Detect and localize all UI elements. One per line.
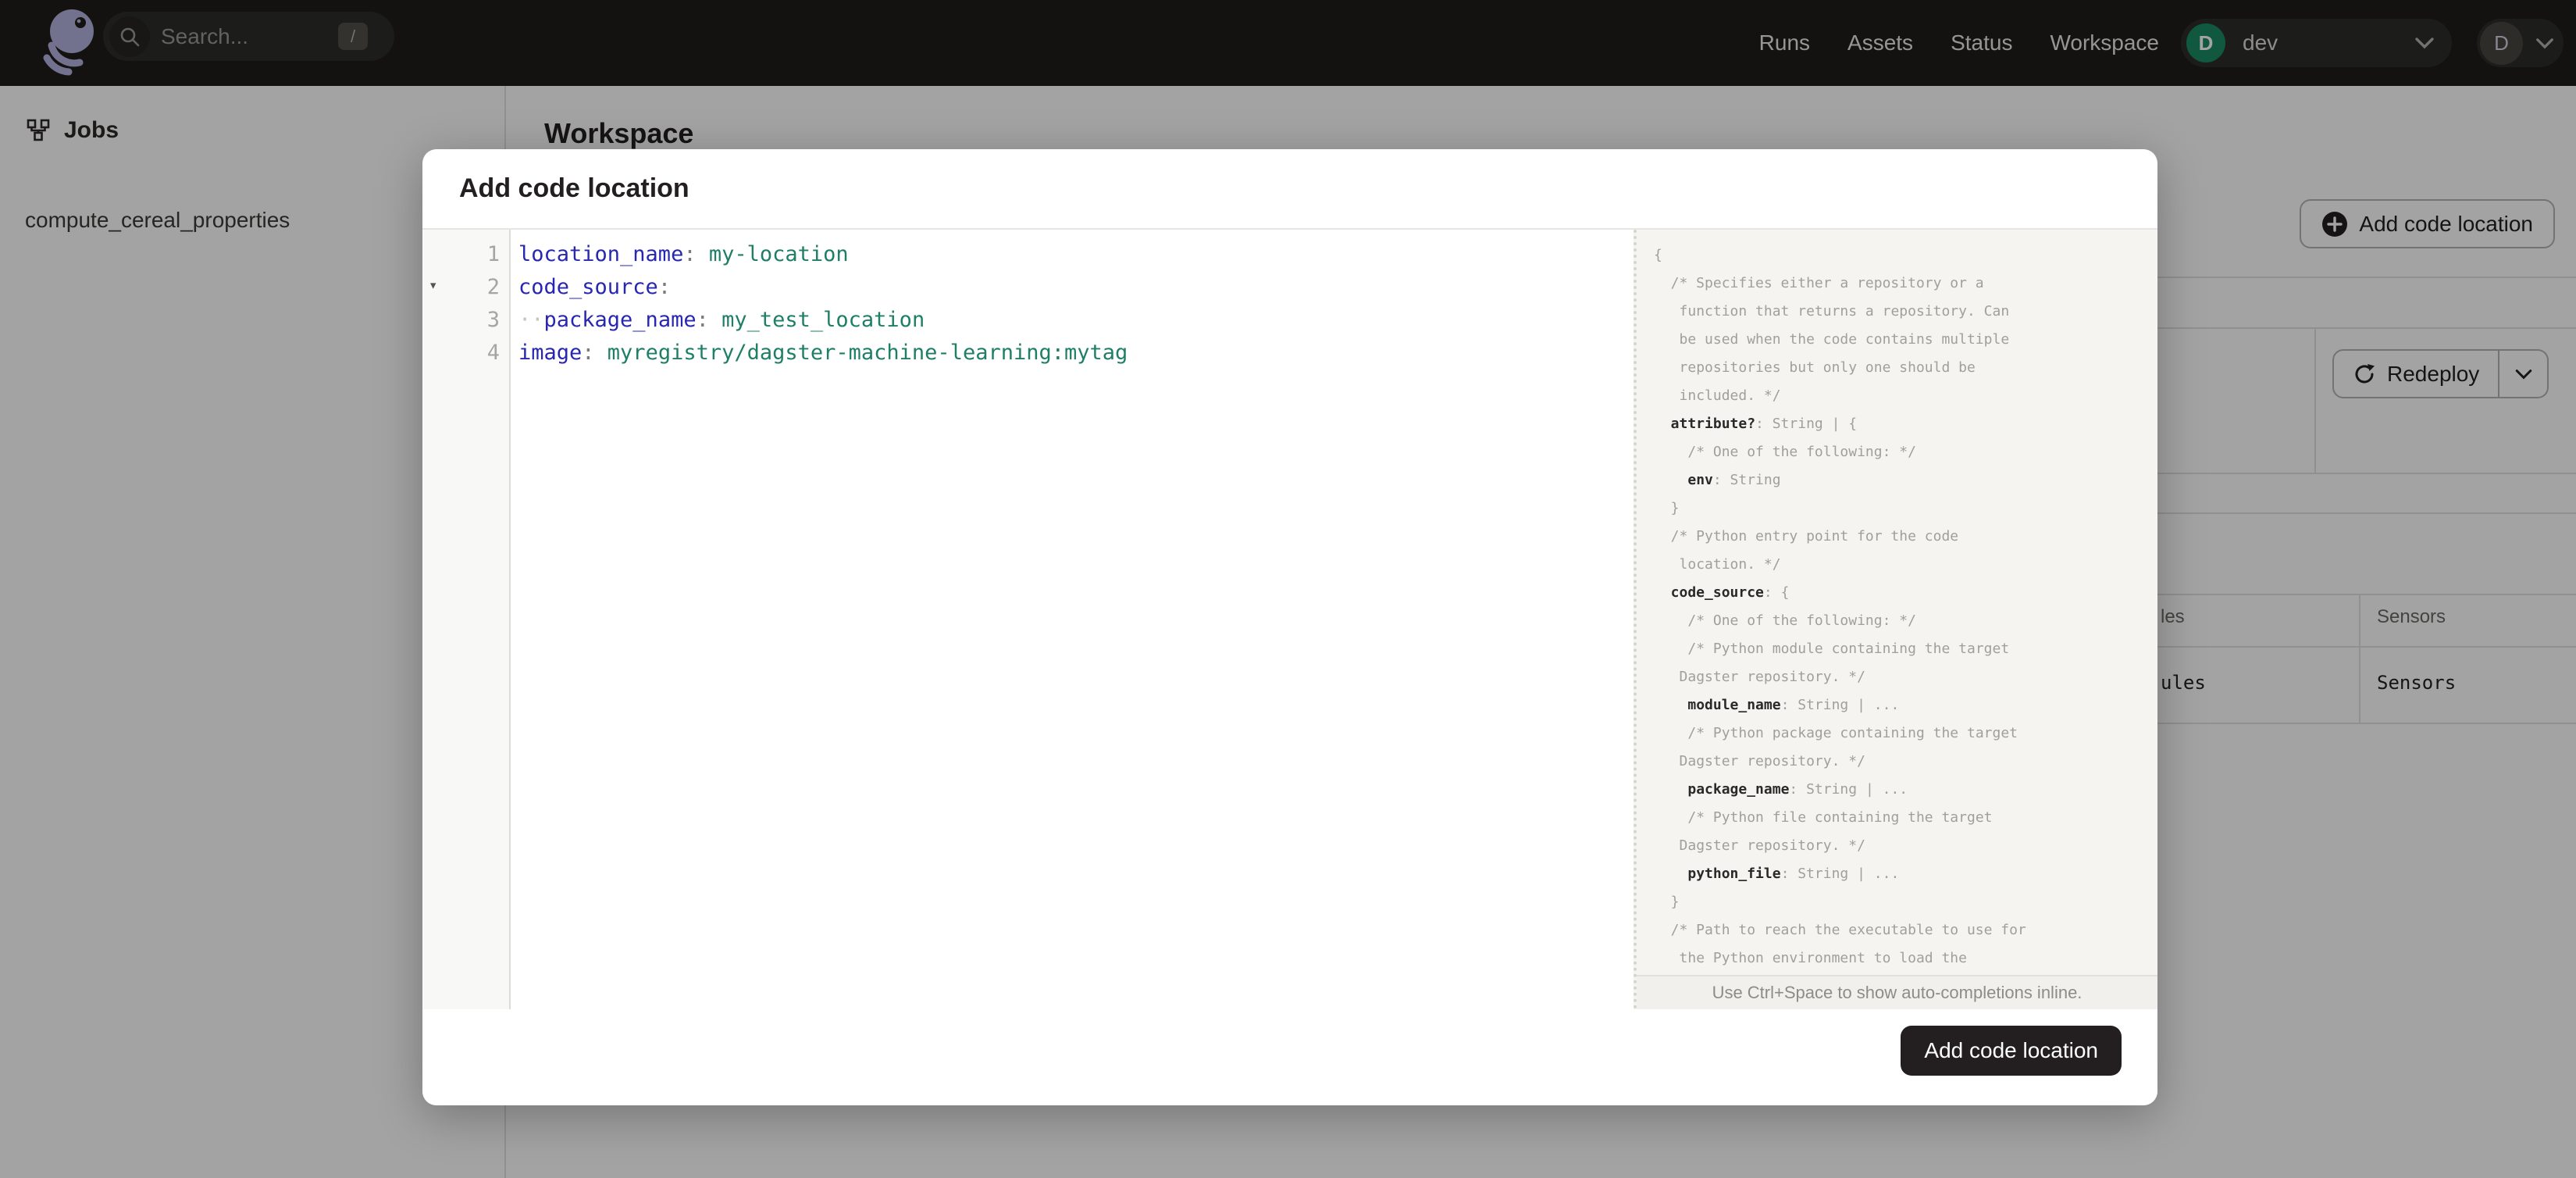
schema-line: /* Python file containing the target [1687, 809, 1993, 826]
schema-line: package_name: String | ... [1687, 780, 1908, 798]
schema-line: included. */ [1679, 387, 1781, 404]
gutter-line: 3 [422, 303, 509, 336]
schema-line: /* Specifies either a repository or a [1670, 274, 1984, 291]
schema-line: repositories but only one should be [1679, 359, 1976, 376]
gutter-line: ▾ 2 [422, 270, 509, 303]
schema-line: Dagster repository. */ [1679, 752, 1865, 769]
schema-line: /* Python module containing the target [1687, 640, 2010, 657]
schema-doc-text: { /* Specifies either a repository or a fu… [1637, 230, 2157, 975]
code-line: location_name: my-location [518, 241, 849, 266]
schema-line: } [1670, 893, 1680, 910]
autocomplete-hint: Use Ctrl+Space to show auto-completions … [1637, 975, 2157, 1009]
line-number: 1 [486, 241, 500, 266]
schema-line: /* Python entry point for the code [1670, 527, 1959, 544]
code-line: image: myregistry/dagster-machine-learni… [518, 340, 1128, 365]
dialog-header: Add code location [422, 149, 2157, 230]
schema-line: Dagster repository. */ [1679, 668, 1865, 685]
submit-add-code-location-button[interactable]: Add code location [1901, 1026, 2122, 1076]
schema-line: be used when the code contains multiple [1679, 330, 2010, 348]
schema-doc-panel: { /* Specifies either a repository or a fu… [1634, 230, 2157, 1009]
schema-line: { [1654, 246, 1662, 263]
editor-gutter: 1 ▾ 2 3 4 [422, 230, 511, 1009]
schema-line: code_source: { [1670, 584, 1790, 601]
gutter-line: 1 [422, 237, 509, 270]
schema-line: attribute?: String | { [1670, 415, 1858, 432]
add-code-location-dialog: Add code location 1 ▾ 2 3 4 location_name: m… [422, 149, 2157, 1105]
code-line: ·· package_name: my_test_location [518, 307, 925, 332]
schema-line: /* Path to reach the executable to use f… [1670, 921, 2026, 938]
schema-line: /* Python package containing the target [1687, 724, 2018, 741]
schema-line: location. */ [1679, 555, 1781, 573]
schema-line: function that returns a repository. Can [1679, 302, 2010, 319]
fold-toggle-icon[interactable]: ▾ [429, 277, 437, 294]
line-number: 4 [486, 340, 500, 365]
dialog-title: Add code location [459, 173, 689, 203]
gutter-line: 4 [422, 336, 509, 369]
line-number: 3 [486, 307, 500, 332]
schema-line: /* One of the following: */ [1687, 443, 1916, 460]
dialog-body: 1 ▾ 2 3 4 location_name: my-location code_sou… [422, 230, 2157, 1009]
schema-line: the Python environment to load the [1679, 949, 1967, 966]
dialog-footer: Add code location [422, 1009, 2157, 1105]
schema-line: python_file: String | ... [1687, 865, 1900, 882]
schema-line: } [1670, 499, 1680, 516]
yaml-editor[interactable]: location_name: my-location code_source: ··… [511, 230, 1634, 1009]
schema-line: /* One of the following: */ [1687, 612, 1916, 629]
code-line: code_source: [518, 274, 672, 299]
schema-line: Dagster repository. */ [1679, 837, 1865, 854]
schema-line: module_name: String | ... [1687, 696, 1900, 713]
schema-line: env: String [1687, 471, 1781, 488]
line-number: 2 [486, 274, 500, 299]
